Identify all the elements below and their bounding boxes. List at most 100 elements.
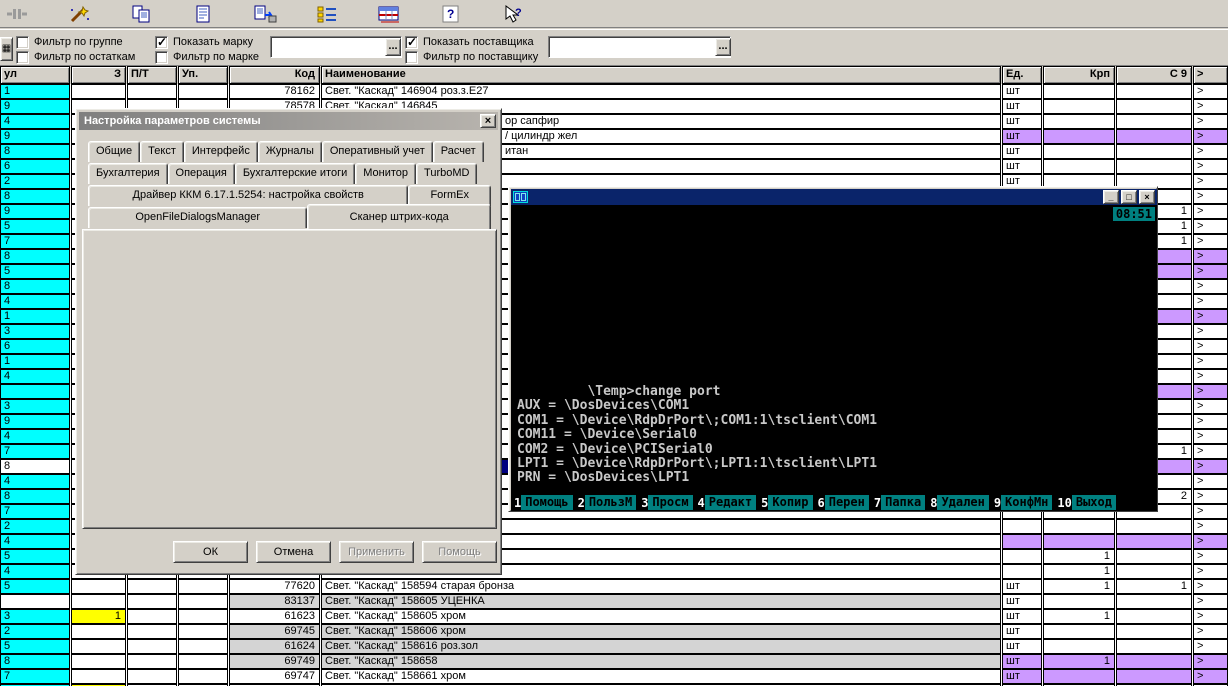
cell-krp[interactable]: 1 [1043, 609, 1115, 624]
tab-3-1[interactable]: Драйвер ККМ 6.17.1.5254: настройка свойс… [88, 185, 408, 206]
cell-ed[interactable]: шт [1002, 84, 1042, 99]
cell-krp[interactable] [1043, 129, 1115, 144]
cell-art[interactable]: 4 [0, 429, 70, 444]
cell-pt[interactable] [127, 669, 177, 684]
cell-krp[interactable] [1043, 624, 1115, 639]
cell-pt[interactable] [127, 84, 177, 99]
cell-arr[interactable]: > [1193, 264, 1228, 279]
fn-key-5[interactable]: 5Копир [761, 495, 812, 510]
help-icon[interactable]: ? [438, 3, 464, 25]
cell-krp[interactable] [1043, 534, 1115, 549]
ok-button[interactable]: ОК [173, 541, 248, 563]
tab-4-1[interactable]: OpenFileDialogsManager [88, 207, 307, 228]
cell-art[interactable]: 3 [0, 399, 70, 414]
cell-ed[interactable]: шт [1002, 579, 1042, 594]
cell-kod[interactable]: 77620 [229, 579, 320, 594]
cell-arr[interactable]: > [1193, 204, 1228, 219]
cell-z[interactable] [71, 594, 126, 609]
cell-arr[interactable]: > [1193, 429, 1228, 444]
table-row[interactable]: 577620Свет. "Каскад" 158594 старая бронз… [0, 579, 1228, 594]
cell-c9[interactable] [1116, 654, 1192, 669]
cell-up[interactable] [178, 669, 228, 684]
cell-arr[interactable]: > [1193, 519, 1228, 534]
cell-art[interactable]: 2 [0, 519, 70, 534]
cell-art[interactable]: 4 [0, 294, 70, 309]
cell-art[interactable]: 7 [0, 504, 70, 519]
cell-up[interactable] [178, 579, 228, 594]
cell-z[interactable] [71, 579, 126, 594]
column-header-ed[interactable]: Ед. [1002, 66, 1042, 84]
tab-3-2[interactable]: FormEx [408, 185, 491, 206]
tab-2-1[interactable]: Бухгалтерия [88, 163, 168, 184]
dialog-titlebar[interactable]: Настройка параметров системы × [79, 112, 498, 130]
cell-arr[interactable]: > [1193, 384, 1228, 399]
cell-art[interactable]: 5 [0, 639, 70, 654]
cell-art[interactable]: 3 [0, 324, 70, 339]
cell-c9[interactable] [1116, 114, 1192, 129]
cell-art[interactable]: 8 [0, 489, 70, 504]
cell-ed[interactable]: шт [1002, 99, 1042, 114]
cell-arr[interactable]: > [1193, 324, 1228, 339]
cell-kod[interactable]: 78162 [229, 84, 320, 99]
apply-button[interactable]: Применить [339, 541, 414, 563]
show-brand-checkbox[interactable] [155, 36, 168, 49]
cell-z[interactable]: 1 [71, 609, 126, 624]
tab-2-5[interactable]: TurboMD [416, 163, 477, 184]
cell-arr[interactable]: > [1193, 189, 1228, 204]
cell-arr[interactable]: > [1193, 414, 1228, 429]
cell-up[interactable] [178, 624, 228, 639]
tab-1-2[interactable]: Текст [140, 141, 184, 162]
cell-kod[interactable]: 83137 [229, 594, 320, 609]
cell-art[interactable]: 3 [0, 609, 70, 624]
cell-arr[interactable]: > [1193, 549, 1228, 564]
cell-name[interactable]: Свет. "Каскад" 158606 хром [321, 624, 1001, 639]
cell-ed[interactable]: шт [1002, 654, 1042, 669]
brand-browse-button[interactable]: ... [385, 38, 401, 56]
cell-arr[interactable]: > [1193, 474, 1228, 489]
close-icon[interactable]: × [480, 114, 496, 128]
cell-arr[interactable]: > [1193, 339, 1228, 354]
column-header-krp[interactable]: Крп [1043, 66, 1115, 84]
cell-krp[interactable]: 1 [1043, 564, 1115, 579]
cell-arr[interactable]: > [1193, 504, 1228, 519]
cell-art[interactable]: 1 [0, 84, 70, 99]
minimize-icon[interactable]: _ [1103, 190, 1119, 204]
cell-arr[interactable]: > [1193, 279, 1228, 294]
table-row[interactable]: 561624Свет. "Каскад" 158616 роз.золшт> [0, 639, 1228, 654]
cell-ed[interactable]: шт [1002, 609, 1042, 624]
cell-krp[interactable] [1043, 159, 1115, 174]
cell-arr[interactable]: > [1193, 489, 1228, 504]
cell-arr[interactable]: > [1193, 654, 1228, 669]
cell-arr[interactable]: > [1193, 219, 1228, 234]
cell-art[interactable] [0, 594, 70, 609]
show-supplier-checkbox[interactable] [405, 36, 418, 49]
cell-pt[interactable] [127, 594, 177, 609]
cell-art[interactable]: 9 [0, 129, 70, 144]
cell-art[interactable]: 8 [0, 459, 70, 474]
cell-ed[interactable]: шт [1002, 144, 1042, 159]
cell-c9[interactable] [1116, 639, 1192, 654]
cell-arr[interactable]: > [1193, 249, 1228, 264]
cell-kod[interactable]: 69749 [229, 654, 320, 669]
cell-art[interactable]: 6 [0, 339, 70, 354]
tab-1-1[interactable]: Общие [88, 141, 140, 162]
cell-krp[interactable]: 1 [1043, 579, 1115, 594]
cell-kod[interactable]: 69745 [229, 624, 320, 639]
cell-c9[interactable] [1116, 624, 1192, 639]
cell-arr[interactable]: > [1193, 609, 1228, 624]
cell-arr[interactable]: > [1193, 669, 1228, 684]
cell-ed[interactable]: шт [1002, 129, 1042, 144]
cell-arr[interactable]: > [1193, 579, 1228, 594]
cell-arr[interactable]: > [1193, 534, 1228, 549]
cell-up[interactable] [178, 609, 228, 624]
cell-art[interactable]: 8 [0, 249, 70, 264]
cell-kod[interactable]: 61624 [229, 639, 320, 654]
tab-1-4[interactable]: Журналы [258, 141, 322, 162]
disconnect-icon[interactable] [4, 3, 30, 25]
table-row[interactable]: 269745Свет. "Каскад" 158606 хромшт> [0, 624, 1228, 639]
column-header-c9[interactable]: С 9 [1116, 66, 1192, 84]
cell-up[interactable] [178, 639, 228, 654]
cell-ed[interactable]: шт [1002, 594, 1042, 609]
cell-arr[interactable]: > [1193, 459, 1228, 474]
cell-arr[interactable]: > [1193, 144, 1228, 159]
